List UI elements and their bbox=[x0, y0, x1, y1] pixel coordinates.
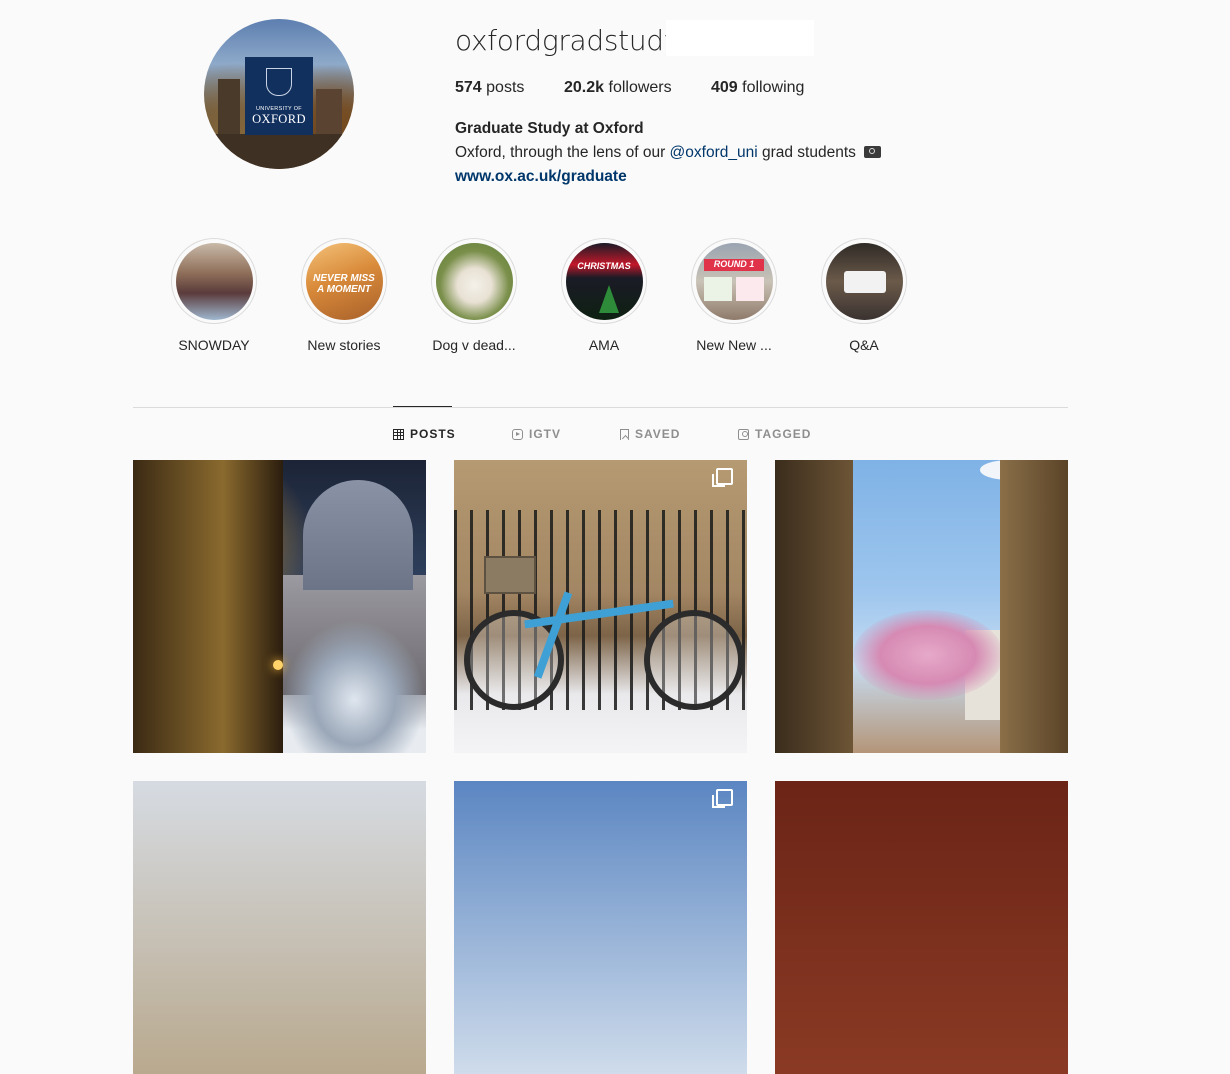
highlight-cover-text: ROUND 1 bbox=[713, 258, 755, 269]
tab-label: SAVED bbox=[635, 427, 681, 441]
grid-icon bbox=[393, 428, 404, 440]
tabs-divider bbox=[133, 407, 1068, 408]
profile-website-link[interactable]: www.ox.ac.uk/graduate bbox=[455, 168, 627, 186]
christmas-tree-icon bbox=[598, 284, 619, 313]
highlight-cover-text: NEVER MISS A MOMENT bbox=[313, 272, 375, 295]
avatar-photo-tower bbox=[218, 79, 240, 139]
highlight-cover bbox=[175, 242, 253, 320]
highlight-dog[interactable]: Dog v dead... bbox=[426, 238, 522, 353]
bookmark-icon bbox=[620, 428, 629, 440]
followers-link[interactable]: 20.2k followers bbox=[564, 79, 672, 97]
highlight-ama[interactable]: CHRISTMAS AMA bbox=[556, 238, 652, 353]
highlight-ring: CHRISTMAS bbox=[561, 238, 647, 324]
highlight-cover-card bbox=[703, 276, 732, 301]
profile-full-name: Graduate Study at Oxford bbox=[455, 120, 644, 137]
redacted-area bbox=[666, 20, 814, 56]
photo-bike-wheel bbox=[644, 610, 744, 710]
igtv-icon bbox=[512, 428, 523, 440]
post-thumbnail[interactable] bbox=[454, 460, 747, 753]
highlight-label: AMA bbox=[588, 337, 620, 353]
highlight-snowday[interactable]: SNOWDAY bbox=[166, 238, 262, 353]
posts-stat: 574 posts bbox=[455, 79, 524, 97]
post-thumbnail[interactable] bbox=[133, 781, 426, 1074]
highlight-label: New New ... bbox=[696, 337, 772, 353]
tab-label: IGTV bbox=[529, 427, 562, 441]
following-count: 409 bbox=[711, 79, 738, 96]
highlight-new-stories[interactable]: NEVER MISS A MOMENT New stories bbox=[296, 238, 392, 353]
highlight-cover-card bbox=[735, 276, 764, 301]
tab-igtv[interactable]: IGTV bbox=[512, 427, 561, 441]
highlight-ring bbox=[431, 238, 517, 324]
highlight-label: Q&A bbox=[849, 337, 879, 353]
tab-label: POSTS bbox=[410, 427, 456, 441]
photo-radcliffe-dome bbox=[303, 480, 413, 590]
camera-icon bbox=[864, 146, 882, 158]
highlight-ring bbox=[171, 238, 257, 324]
tab-label: TAGGED bbox=[755, 427, 812, 441]
highlight-label: SNOWDAY bbox=[178, 337, 250, 353]
photo-street-lamp bbox=[273, 660, 283, 670]
profile-username: oxfordgradstudy bbox=[455, 24, 681, 57]
highlight-label: New stories bbox=[307, 337, 381, 353]
bio-text: Oxford, through the lens of our bbox=[455, 144, 670, 161]
oxford-logo: UNIVERSITY OF OXFORD bbox=[245, 57, 313, 135]
post-thumbnail[interactable] bbox=[454, 781, 747, 1074]
photo-carved-archway bbox=[133, 460, 283, 753]
photo-stone-wall bbox=[1000, 460, 1068, 753]
highlight-qa[interactable]: Q&A bbox=[816, 238, 912, 353]
tag-icon bbox=[738, 428, 749, 440]
profile-bio: Oxford, through the lens of our @oxford_… bbox=[455, 144, 882, 162]
post-thumbnail[interactable] bbox=[775, 781, 1068, 1074]
photo-stone-wall bbox=[775, 460, 853, 753]
crest-icon bbox=[266, 68, 292, 96]
highlight-cover-text: CHRISTMAS bbox=[577, 260, 631, 271]
photo-blossom-tree bbox=[853, 610, 1003, 700]
bio-text-end: grad students bbox=[757, 144, 856, 161]
logo-line2: OXFORD bbox=[252, 112, 306, 126]
post-thumbnail[interactable] bbox=[775, 460, 1068, 753]
followers-count: 20.2k bbox=[564, 79, 605, 96]
active-tab-indicator bbox=[393, 406, 452, 407]
photo-snowy-trees bbox=[283, 620, 426, 753]
tab-tagged[interactable]: TAGGED bbox=[738, 427, 811, 441]
bio-mention-link[interactable]: @oxford_uni bbox=[670, 144, 758, 161]
post-thumbnail[interactable] bbox=[133, 460, 426, 753]
following-label: following bbox=[742, 79, 805, 96]
highlight-cover: NEVER MISS A MOMENT bbox=[305, 242, 383, 320]
highlight-new-new[interactable]: ROUND 1 New New ... bbox=[686, 238, 782, 353]
posts-count: 574 bbox=[455, 79, 482, 96]
highlight-ring bbox=[821, 238, 907, 324]
highlight-ring: NEVER MISS A MOMENT bbox=[301, 238, 387, 324]
tab-saved[interactable]: SAVED bbox=[620, 427, 680, 441]
highlight-cover: CHRISTMAS bbox=[565, 242, 643, 320]
posts-label: posts bbox=[486, 79, 525, 96]
highlight-cover: ROUND 1 bbox=[695, 242, 773, 320]
tab-posts[interactable]: POSTS bbox=[393, 427, 456, 441]
avatar-photo-rooftops bbox=[204, 134, 354, 169]
photo-bike-basket bbox=[484, 556, 536, 594]
following-link[interactable]: 409 following bbox=[711, 79, 804, 97]
highlight-cover bbox=[825, 242, 903, 320]
profile-avatar[interactable]: UNIVERSITY OF OXFORD bbox=[204, 19, 354, 169]
carousel-icon bbox=[712, 789, 733, 808]
carousel-icon bbox=[712, 468, 733, 487]
highlight-label: Dog v dead... bbox=[432, 337, 516, 353]
highlight-cover bbox=[435, 242, 513, 320]
followers-label: followers bbox=[608, 79, 672, 96]
question-card bbox=[843, 270, 886, 293]
highlight-ring: ROUND 1 bbox=[691, 238, 777, 324]
